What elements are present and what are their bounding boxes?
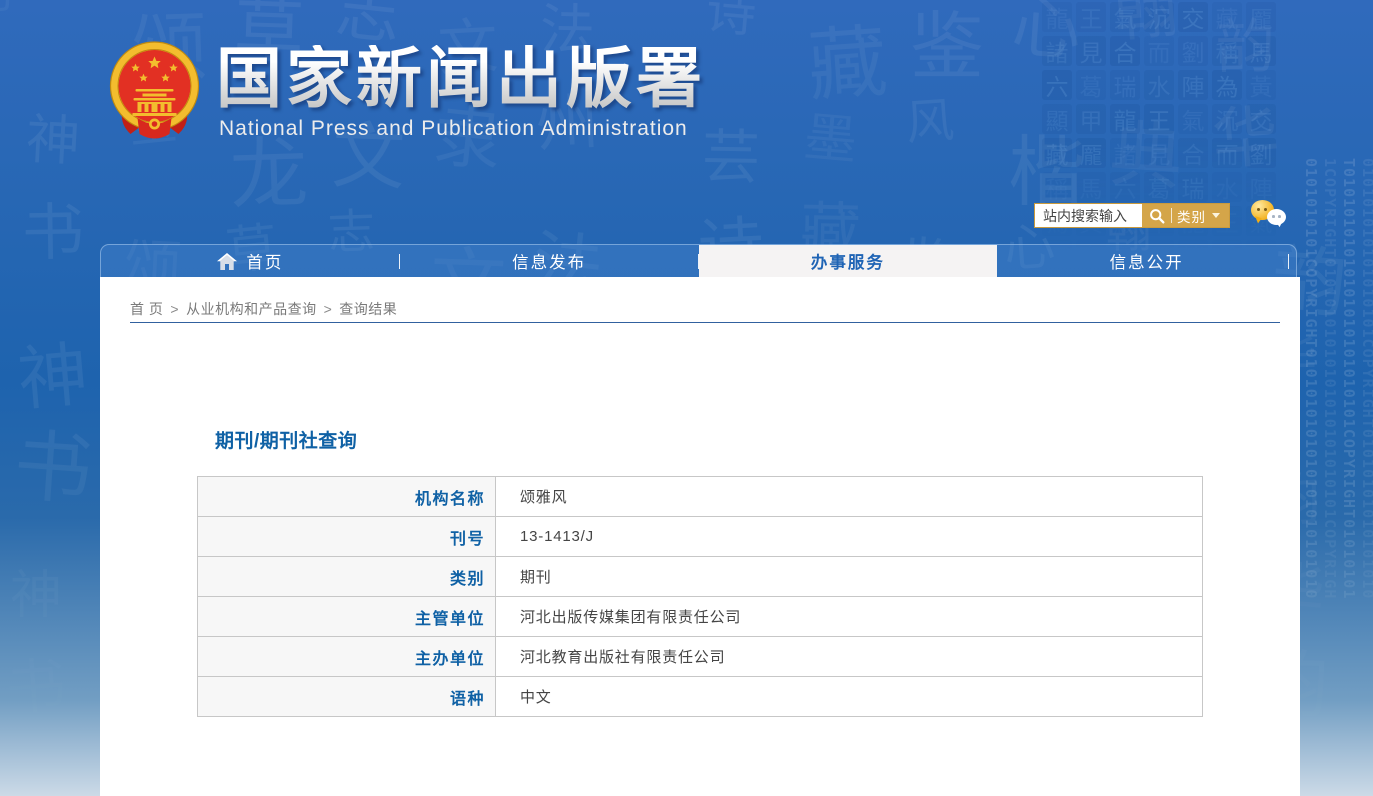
site-search: 类别: [1034, 203, 1230, 228]
row-value: 中文: [495, 676, 1203, 717]
row-label: 主办单位: [197, 636, 496, 677]
table-row-language: 语种 中文: [197, 676, 1203, 717]
nav-tab-services-label: 办事服务: [810, 254, 885, 272]
breadcrumb: 首 页 > 从业机构和产品查询 > 查询结果: [130, 299, 397, 319]
nav-tab-disclosure-label: 信息公开: [1109, 254, 1184, 272]
nav-tab-home-label: 首页: [246, 254, 284, 272]
nav-tab-disclosure[interactable]: 信息公开: [997, 245, 1296, 277]
section-title: 期刊/期刊社查询: [215, 431, 358, 452]
site-title-english: National Press and Publication Administr…: [219, 117, 688, 140]
nav-tab-news[interactable]: 信息发布: [400, 245, 699, 277]
main-nav: 首页 信息发布 办事服务 信息公开: [100, 244, 1297, 277]
row-label: 语种: [197, 676, 496, 717]
row-label: 类别: [197, 556, 496, 597]
row-value: 期刊: [495, 556, 1203, 597]
search-input[interactable]: [1035, 204, 1142, 227]
breadcrumb-home[interactable]: 首 页: [130, 301, 163, 317]
row-value: 河北教育出版社有限责任公司: [495, 636, 1203, 677]
row-label: 机构名称: [197, 476, 496, 517]
content-panel: 首 页 > 从业机构和产品查询 > 查询结果 期刊/期刊社查询 机构名称 颂雅风 刊号 …: [100, 277, 1300, 796]
wechat-icon[interactable]: [1251, 200, 1287, 231]
nav-tab-home[interactable]: 首页: [101, 245, 400, 277]
breadcrumb-result: 查询结果: [339, 301, 398, 317]
nav-tab-news-label: 信息发布: [512, 254, 587, 272]
nav-divider: [1288, 254, 1289, 269]
breadcrumb-separator: >: [323, 301, 333, 317]
site-title: 国家新闻出版署: [216, 41, 706, 115]
table-row-supervisor: 主管单位 河北出版传媒集团有限责任公司: [197, 596, 1203, 637]
row-label: 主管单位: [197, 596, 496, 637]
search-actions[interactable]: 类别: [1142, 204, 1229, 227]
search-divider: [1171, 208, 1172, 223]
wechat-bubble-small: [1267, 209, 1286, 225]
nav-tab-services[interactable]: 办事服务: [698, 245, 998, 277]
row-label: 刊号: [197, 516, 496, 557]
table-row-category: 类别 期刊: [197, 556, 1203, 597]
row-value: 河北出版传媒集团有限责任公司: [495, 596, 1203, 637]
chevron-down-icon[interactable]: [1212, 213, 1220, 218]
table-row-sponsor: 主办单位 河北教育出版社有限责任公司: [197, 636, 1203, 677]
search-category-label[interactable]: 类别: [1177, 206, 1206, 226]
table-row-issn: 刊号 13-1413/J: [197, 516, 1203, 557]
page: 书颂草志文法诗藏鉴心翰韵神宝龙文隶州芸墨风楷典华书颂草志文法诗藏鉴心翰韵神宝龙文…: [0, 0, 1373, 796]
national-emblem-logo: [104, 37, 205, 144]
row-value: 13-1413/J: [495, 516, 1203, 557]
breadcrumb-query[interactable]: 从业机构和产品查询: [186, 301, 317, 317]
home-icon: [217, 252, 238, 270]
search-icon[interactable]: [1149, 208, 1165, 224]
breadcrumb-separator: >: [170, 301, 180, 317]
table-row-org-name: 机构名称 颂雅风: [197, 476, 1203, 517]
breadcrumb-rule: [130, 322, 1280, 323]
row-value: 颂雅风: [495, 476, 1203, 517]
result-table: 机构名称 颂雅风 刊号 13-1413/J 类别 期刊 主管单位 河北出版传媒集…: [197, 476, 1203, 717]
